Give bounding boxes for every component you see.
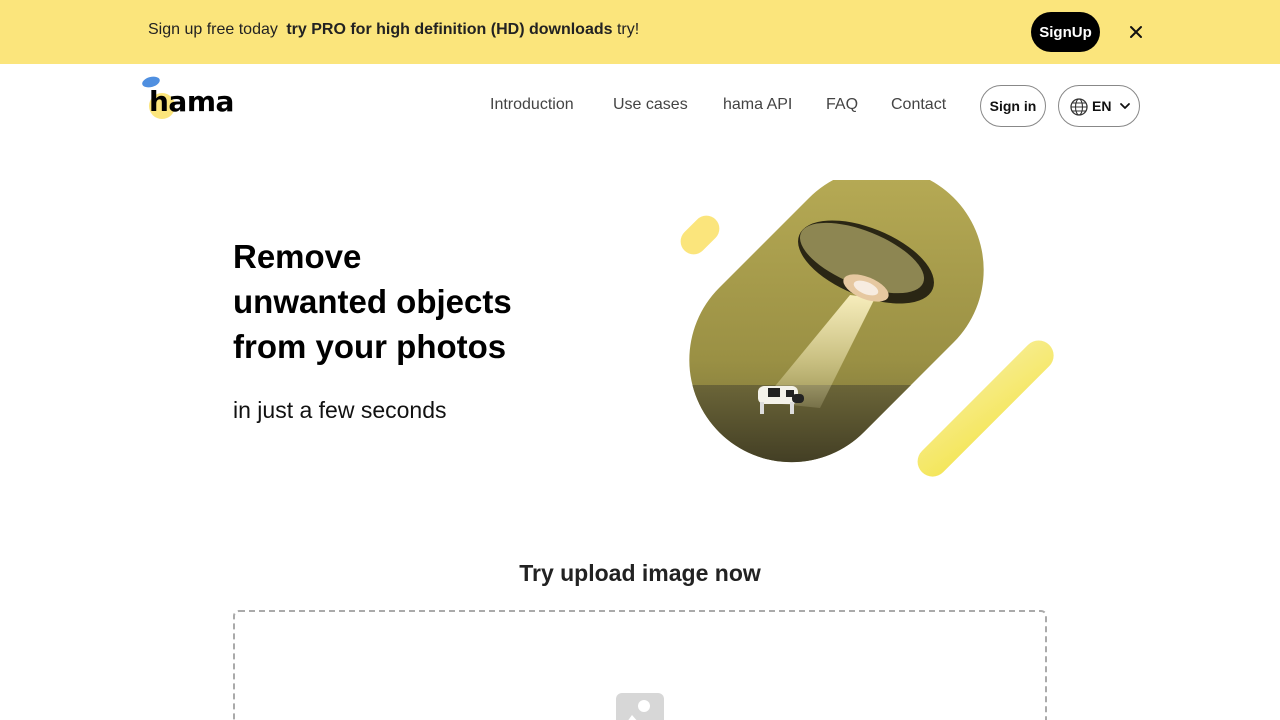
hero-illustration (670, 180, 1060, 480)
promo-banner: Sign up free today try PRO for high defi… (0, 0, 1280, 64)
signup-button[interactable]: SignUp (1031, 12, 1100, 52)
nav-use-cases[interactable]: Use cases (613, 96, 688, 114)
sign-in-button[interactable]: Sign in (980, 85, 1046, 127)
globe-icon (1070, 98, 1088, 116)
hero-title: Remove unwanted objects from your photos (233, 234, 512, 369)
language-selector[interactable]: EN (1058, 85, 1140, 127)
hero-line-2-highlight: unwanted objects (233, 279, 512, 324)
chevron-down-icon (1120, 103, 1130, 109)
banner-text-strong: try PRO for high definition (HD) downloa… (286, 21, 613, 38)
banner-text: Sign up free today try PRO for high defi… (148, 21, 639, 39)
image-icon (616, 693, 664, 720)
close-icon[interactable] (1124, 20, 1148, 44)
image-dropzone[interactable] (233, 610, 1047, 720)
banner-text-suffix: try! (616, 21, 640, 38)
language-label: EN (1092, 98, 1112, 114)
hero-line-1: Remove (233, 238, 362, 275)
logo-text: hama (149, 85, 234, 118)
banner-text-prefix: Sign up free today (148, 21, 278, 38)
upload-heading: Try upload image now (519, 560, 761, 586)
nav-faq[interactable]: FAQ (826, 96, 858, 114)
hama-logo[interactable]: hama (140, 72, 240, 124)
nav-contact[interactable]: Contact (891, 96, 946, 114)
nav-hama-api[interactable]: hama API (723, 96, 792, 114)
nav-introduction[interactable]: Introduction (490, 96, 574, 114)
hero-subtitle: in just a few seconds (233, 397, 447, 423)
hero-line-3: from your photos (233, 328, 507, 365)
